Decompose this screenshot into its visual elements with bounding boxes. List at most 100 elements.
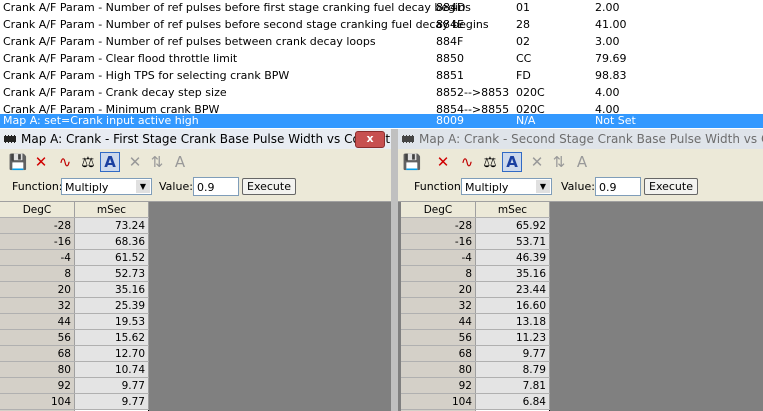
row-header-degc[interactable]: 68 [0, 345, 75, 362]
cell-msec[interactable]: 35.16 [74, 281, 149, 298]
row-header-degc[interactable]: -16 [0, 233, 75, 250]
cell-msec[interactable]: 15.62 [74, 329, 149, 346]
execute-button[interactable]: Execute [242, 178, 296, 195]
chip-icon [402, 135, 414, 143]
parameter-row[interactable]: Crank A/F Param - Number of ref pulses b… [0, 33, 763, 50]
column-header-value[interactable]: mSec [475, 202, 550, 218]
save-icon[interactable]: 💾 [402, 152, 422, 172]
window-titlebar[interactable]: Map A: Crank - First Stage Crank Base Pu… [0, 129, 391, 149]
cell-msec[interactable]: 25.39 [74, 297, 149, 314]
graph-icon[interactable]: ∿ [55, 152, 75, 172]
row-header-degc[interactable]: -16 [401, 233, 476, 250]
cell-msec[interactable]: 8.79 [475, 361, 550, 378]
row-header-degc[interactable]: 92 [401, 377, 476, 394]
close-button[interactable]: x [355, 131, 385, 148]
cell-msec[interactable]: 6.84 [475, 393, 550, 410]
param-value: 41.00 [595, 18, 627, 31]
param-raw: 02 [516, 35, 530, 48]
save-icon[interactable]: 💾 [8, 152, 28, 172]
column-header-key[interactable]: DegC [401, 202, 476, 218]
chevron-down-icon[interactable]: ▼ [136, 180, 150, 193]
row-header-degc[interactable]: 68 [401, 345, 476, 362]
parameter-row[interactable]: Crank A/F Param - High TPS for selecting… [0, 67, 763, 84]
map-window-second-stage[interactable]: Map A: Crank - Second Stage Crank Base P… [398, 129, 763, 411]
row-header-degc[interactable]: 44 [0, 313, 75, 330]
cell-msec[interactable]: 65.92 [475, 217, 550, 234]
row-header-degc[interactable]: 56 [0, 329, 75, 346]
text-icon[interactable]: A [572, 152, 592, 172]
table-row: -28 73.24 [0, 217, 149, 234]
auto-scale-icon[interactable]: A [502, 152, 522, 172]
parameter-row[interactable]: Crank A/F Param - Crank decay step size 8… [0, 84, 763, 101]
function-select[interactable]: Multiply ▼ [461, 178, 552, 195]
parameter-row[interactable]: Crank A/F Param - Clear flood throttle l… [0, 50, 763, 67]
cell-msec[interactable]: 10.74 [74, 361, 149, 378]
clear-icon[interactable]: ✕ [527, 152, 547, 172]
param-raw: 28 [516, 18, 530, 31]
row-header-degc[interactable]: 20 [0, 281, 75, 298]
table-row: 32 16.60 [401, 297, 550, 314]
row-header-degc[interactable]: -4 [401, 249, 476, 266]
cell-msec[interactable]: 7.81 [475, 377, 550, 394]
cell-msec[interactable]: 35.16 [475, 265, 550, 282]
row-header-degc[interactable]: 8 [401, 265, 476, 282]
row-header-degc[interactable]: 32 [401, 297, 476, 314]
graph-icon[interactable]: ∿ [457, 152, 477, 172]
value-input[interactable]: 0.9 [193, 177, 239, 196]
param-name: Crank A/F Param - Crank decay step size [3, 86, 227, 99]
delete-icon[interactable]: ✕ [31, 152, 51, 172]
row-header-degc[interactable]: -28 [401, 217, 476, 234]
row-header-degc[interactable]: 80 [401, 361, 476, 378]
row-header-degc[interactable]: 104 [401, 393, 476, 410]
parameter-row-selected[interactable]: Map A: set=Crank input active high 8009 … [0, 114, 763, 128]
cell-msec[interactable]: 68.36 [74, 233, 149, 250]
toolbar: 💾 ✕ ∿ ⚖ A ✕ ⇅ A [398, 149, 763, 175]
param-raw: N/A [516, 114, 536, 127]
cell-msec[interactable]: 16.60 [475, 297, 550, 314]
cell-msec[interactable]: 19.53 [74, 313, 149, 330]
value-input[interactable]: 0.9 [595, 177, 641, 196]
cell-msec[interactable]: 13.18 [475, 313, 550, 330]
column-header-key[interactable]: DegC [0, 202, 75, 218]
param-address: 8851 [436, 69, 464, 82]
column-header-value[interactable]: mSec [74, 202, 149, 218]
parameter-row[interactable]: Crank A/F Param - Number of ref pulses b… [0, 0, 763, 16]
cell-msec[interactable]: 52.73 [74, 265, 149, 282]
function-select[interactable]: Multiply ▼ [61, 178, 152, 195]
row-header-degc[interactable]: 20 [401, 281, 476, 298]
row-header-degc[interactable]: 8 [0, 265, 75, 282]
row-header-degc[interactable]: 32 [0, 297, 75, 314]
auto-scale-icon[interactable]: A [100, 152, 120, 172]
map-window-first-stage[interactable]: Map A: Crank - First Stage Crank Base Pu… [0, 129, 391, 411]
cell-msec[interactable]: 11.23 [475, 329, 550, 346]
row-header-degc[interactable]: 92 [0, 377, 75, 394]
clear-icon[interactable]: ✕ [125, 152, 145, 172]
balance-icon[interactable]: ⚖ [480, 152, 500, 172]
cell-msec[interactable]: 9.77 [74, 393, 149, 410]
row-header-degc[interactable]: 104 [0, 393, 75, 410]
delete-icon[interactable]: ✕ [433, 152, 453, 172]
cell-msec[interactable]: 9.77 [475, 345, 550, 362]
sort-icon[interactable]: ⇅ [147, 152, 167, 172]
table-row: -28 65.92 [401, 217, 550, 234]
execute-button[interactable]: Execute [644, 178, 698, 195]
row-header-degc[interactable]: -4 [0, 249, 75, 266]
cell-msec[interactable]: 12.70 [74, 345, 149, 362]
chevron-down-icon[interactable]: ▼ [536, 180, 550, 193]
row-header-degc[interactable]: -28 [0, 217, 75, 234]
cell-msec[interactable]: 61.52 [74, 249, 149, 266]
cell-msec[interactable]: 9.77 [74, 377, 149, 394]
text-icon[interactable]: A [170, 152, 190, 172]
parameter-row[interactable]: Crank A/F Param - Number of ref pulses b… [0, 16, 763, 33]
cell-msec[interactable]: 73.24 [74, 217, 149, 234]
cell-msec[interactable]: 46.39 [475, 249, 550, 266]
row-header-degc[interactable]: 80 [0, 361, 75, 378]
cell-msec[interactable]: 23.44 [475, 281, 550, 298]
value-label: Value: [159, 180, 193, 193]
balance-icon[interactable]: ⚖ [78, 152, 98, 172]
cell-msec[interactable]: 53.71 [475, 233, 550, 250]
window-titlebar[interactable]: Map A: Crank - Second Stage Crank Base P… [398, 129, 763, 149]
row-header-degc[interactable]: 56 [401, 329, 476, 346]
sort-icon[interactable]: ⇅ [549, 152, 569, 172]
row-header-degc[interactable]: 44 [401, 313, 476, 330]
